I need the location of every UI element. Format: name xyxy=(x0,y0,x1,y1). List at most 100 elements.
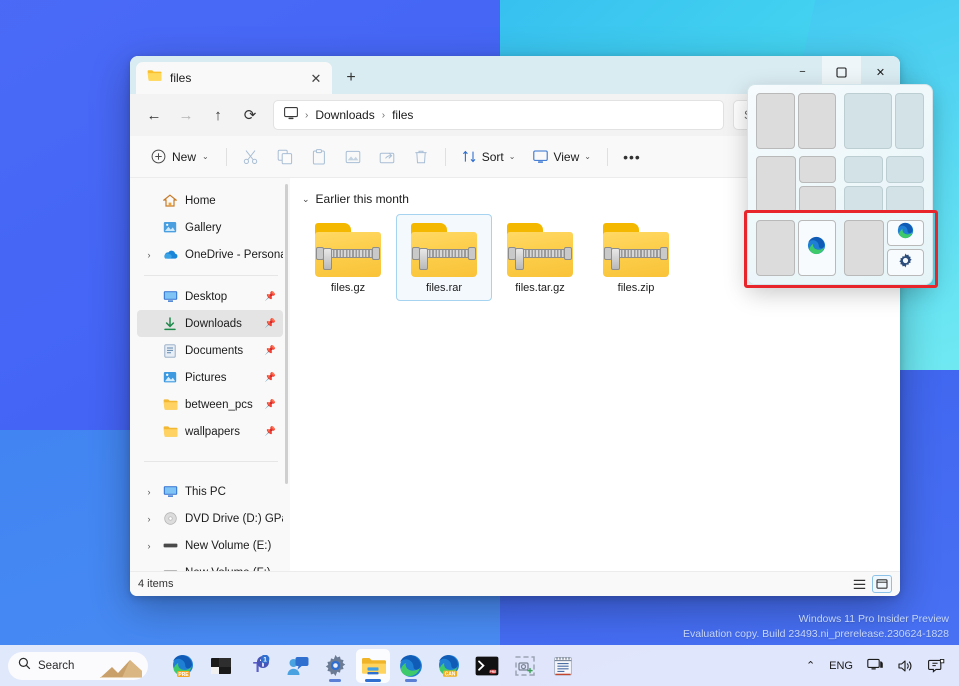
tray-volume-button[interactable] xyxy=(894,652,918,680)
sidebar-item-gallery[interactable]: ▸ Gallery xyxy=(137,214,283,241)
taskbar-terminal-icon[interactable]: PRE xyxy=(470,649,504,683)
this-pc-monitor-icon[interactable] xyxy=(284,107,298,123)
snap-zone[interactable] xyxy=(886,156,925,183)
taskbar-notepad-icon[interactable] xyxy=(546,649,580,683)
snap-option-left-full-right-split[interactable] xyxy=(756,156,836,212)
file-item-files-tar-gz[interactable]: files.tar.gz xyxy=(492,214,588,301)
group-header-label: Earlier this month xyxy=(316,192,409,206)
pin-icon[interactable]: 📌 xyxy=(265,291,276,302)
list-view-button[interactable] xyxy=(849,575,869,593)
taskbar-snipping-tool-icon[interactable] xyxy=(508,649,542,683)
zip-folder-icon xyxy=(507,223,573,277)
snap-zone[interactable] xyxy=(844,93,892,149)
snap-zone[interactable] xyxy=(844,186,883,213)
snap-zone[interactable] xyxy=(886,186,925,213)
taskbar-file-explorer-icon[interactable] xyxy=(356,649,390,683)
snap-zone[interactable] xyxy=(756,93,795,149)
file-name: files.zip xyxy=(618,282,655,294)
new-tab-button[interactable]: + xyxy=(337,64,365,92)
sort-button[interactable]: Sort ⌄ xyxy=(454,142,524,172)
breadcrumb-files[interactable]: files xyxy=(392,108,413,122)
taskbar-running-indicator xyxy=(405,679,417,682)
pin-icon[interactable]: 📌 xyxy=(265,372,276,383)
disc-icon xyxy=(162,511,178,527)
network-icon xyxy=(867,658,884,673)
drive-icon xyxy=(162,538,178,554)
taskbar-edge-preview-icon[interactable]: PRE xyxy=(166,649,200,683)
taskbar-edge-canary-icon[interactable]: CAN xyxy=(432,649,466,683)
zip-folder-icon xyxy=(603,223,669,277)
tray-language-indicator[interactable]: ENG xyxy=(825,652,857,680)
chevron-right-icon[interactable]: › xyxy=(143,514,155,524)
sidebar-item-onedrive[interactable]: › OneDrive - Personal xyxy=(137,241,283,268)
view-button[interactable]: View ⌄ xyxy=(525,142,599,172)
sidebar-item-wallpapers[interactable]: ▸ wallpapers 📌 xyxy=(137,418,283,445)
snap-zone[interactable] xyxy=(798,93,837,149)
sidebar-item-between-pcs[interactable]: ▸ between_pcs 📌 xyxy=(137,391,283,418)
snap-zone[interactable] xyxy=(756,156,796,212)
zip-folder-icon xyxy=(315,223,381,277)
copy-button xyxy=(269,142,301,172)
snap-zone[interactable] xyxy=(895,93,924,149)
navigation-pane: ▸ Home ▸ Gallery › xyxy=(130,178,290,571)
sidebar-item-downloads[interactable]: ▸ Downloads 📌 xyxy=(137,310,283,337)
svg-text:PRE: PRE xyxy=(178,671,189,677)
downloads-arrow-icon xyxy=(162,316,178,332)
pin-icon[interactable]: 📌 xyxy=(265,345,276,356)
item-count-label: 4 items xyxy=(138,578,173,590)
chevron-right-icon[interactable]: › xyxy=(143,541,155,551)
taskbar-settings-gear-icon[interactable] xyxy=(318,649,352,683)
chevron-right-icon[interactable]: › xyxy=(143,568,155,572)
snap-option-four-quadrants[interactable] xyxy=(844,156,924,212)
more-options-button[interactable]: ••• xyxy=(616,142,648,172)
taskbar-app-icons: PRE T1 xyxy=(166,649,580,683)
chevron-down-icon[interactable]: ⌄ xyxy=(302,194,310,205)
pin-icon[interactable]: 📌 xyxy=(265,426,276,437)
snap-zone[interactable] xyxy=(799,156,837,183)
pin-icon[interactable]: 📌 xyxy=(265,318,276,329)
sidebar-item-documents[interactable]: ▸ Documents 📌 xyxy=(137,337,283,364)
tab-files[interactable]: files ✕ xyxy=(136,62,332,94)
taskbar-people-chat-icon[interactable] xyxy=(280,649,314,683)
sidebar-item-desktop[interactable]: ▸ Desktop 📌 xyxy=(137,283,283,310)
sidebar-item-new-volume-f[interactable]: › New Volume (F:) xyxy=(137,559,283,571)
tray-network-button[interactable] xyxy=(863,652,888,680)
file-item-files-rar[interactable]: files.rar xyxy=(396,214,492,301)
tray-notification-button[interactable] xyxy=(924,652,949,680)
tray-overflow-button[interactable]: ⌃ xyxy=(802,652,819,680)
sidebar-item-this-pc[interactable]: › This PC xyxy=(137,478,283,505)
windows-activation-watermark: Windows 11 Pro Insider Preview Evaluatio… xyxy=(683,612,949,642)
close-tab-icon[interactable]: ✕ xyxy=(306,68,326,88)
chevron-right-icon[interactable]: › xyxy=(143,487,155,497)
snap-zone[interactable] xyxy=(799,186,837,213)
sidebar-item-pictures[interactable]: ▸ Pictures 📌 xyxy=(137,364,283,391)
notification-bell-icon xyxy=(928,658,945,673)
taskbar-search[interactable]: Search xyxy=(8,652,148,680)
chevron-right-icon: ▸ xyxy=(143,223,155,232)
file-item-files-gz[interactable]: files.gz xyxy=(300,214,396,301)
file-item-files-zip[interactable]: files.zip xyxy=(588,214,684,301)
breadcrumb-separator-2: › xyxy=(382,110,385,121)
taskbar-teams-icon[interactable]: T1 xyxy=(242,649,276,683)
snap-option-wide-left-narrow-right[interactable] xyxy=(844,93,924,149)
snap-zone[interactable] xyxy=(844,156,883,183)
taskbar-edge-icon[interactable] xyxy=(394,649,428,683)
sidebar-scrollbar[interactable] xyxy=(285,184,288,484)
breadcrumb[interactable]: › Downloads › files xyxy=(273,100,724,130)
details-view-button[interactable] xyxy=(872,575,892,593)
sidebar-item-home[interactable]: ▸ Home xyxy=(137,187,283,214)
sidebar-item-dvd-drive[interactable]: › DVD Drive (D:) GParted-liv xyxy=(137,505,283,532)
up-button[interactable]: ↑ xyxy=(203,100,233,130)
new-button[interactable]: New ⌄ xyxy=(142,142,218,172)
chevron-right-icon[interactable]: › xyxy=(143,250,155,260)
pin-icon[interactable]: 📌 xyxy=(265,399,276,410)
maximize-icon xyxy=(836,67,847,78)
taskbar-dark-app-icon[interactable] xyxy=(204,649,238,683)
sidebar-item-new-volume-e[interactable]: › New Volume (E:) xyxy=(137,532,283,559)
snap-option-two-equal-columns[interactable] xyxy=(756,93,836,149)
chevron-down-icon: ⌄ xyxy=(509,152,516,161)
breadcrumb-downloads[interactable]: Downloads xyxy=(315,108,374,122)
back-button[interactable]: ← xyxy=(139,100,169,130)
forward-button: → xyxy=(171,100,201,130)
refresh-button[interactable]: ⟳ xyxy=(235,100,265,130)
